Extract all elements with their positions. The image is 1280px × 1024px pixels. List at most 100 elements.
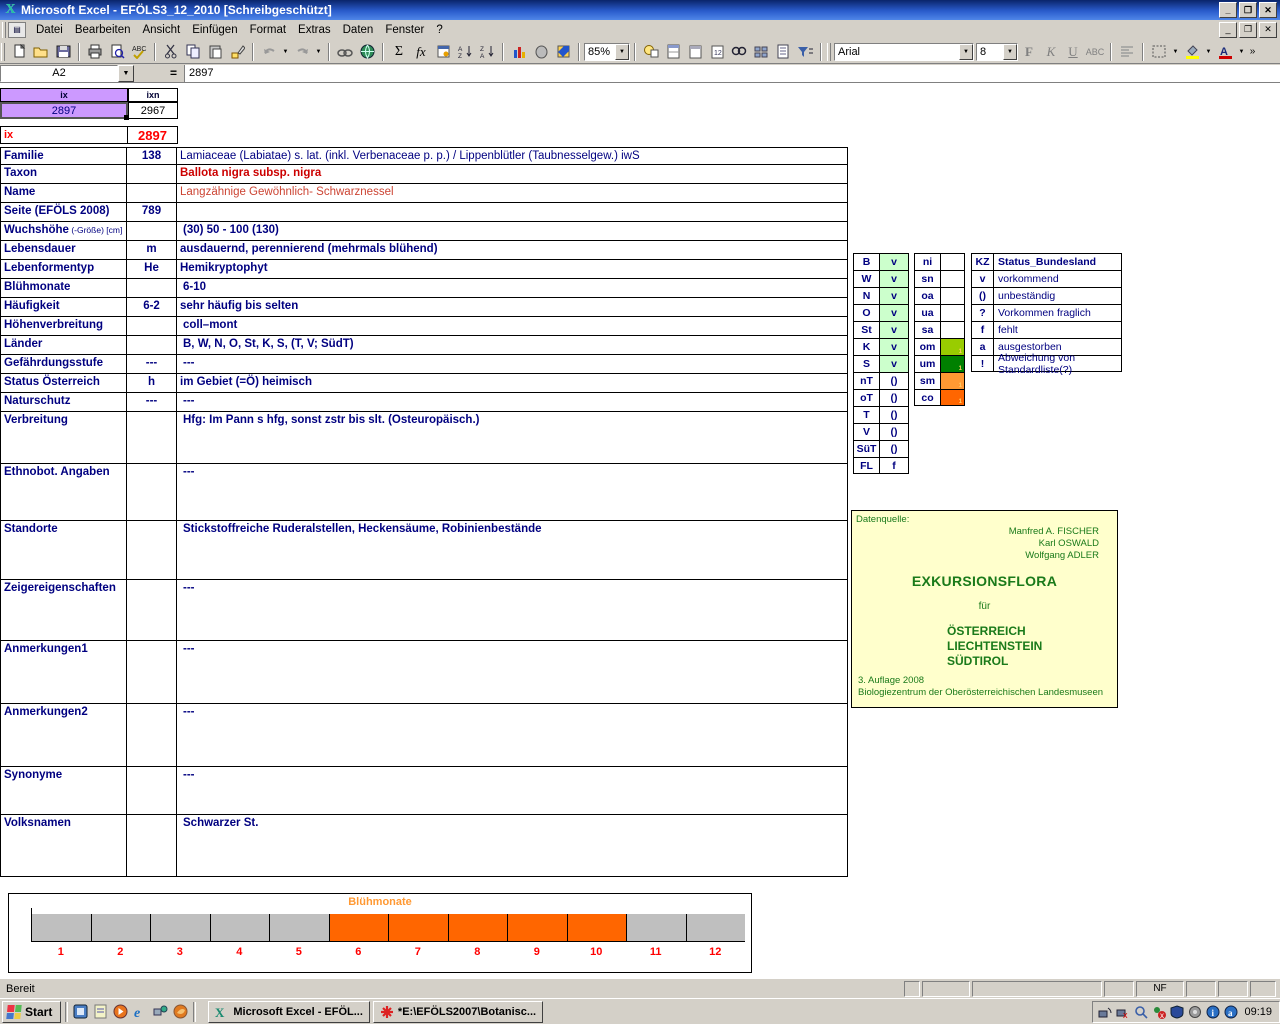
table-row[interactable]: Länder B, W, N, O, St, K, S, (T, V; SüdT) [1, 336, 847, 355]
menu-datei[interactable]: Datei [30, 22, 69, 38]
table-row[interactable]: Familie 138 Lamiaceae (Labiatae) s. lat. (… [1, 148, 847, 165]
strikethrough-icon[interactable]: ABC [1084, 41, 1106, 62]
menu-ansicht[interactable]: Ansicht [136, 22, 186, 38]
copy-icon[interactable] [182, 41, 204, 62]
borders-icon[interactable] [1148, 41, 1170, 62]
table-row[interactable]: Lebenformentyp He Hemikryptophyt [1, 260, 847, 279]
table-row[interactable]: Wuchshöhe (-Größe) [cm] (30) 50 - 100 (13… [1, 222, 847, 241]
legend-row[interactable]: ni [914, 253, 965, 270]
fill-color-dropdown-icon[interactable]: ▼ [1203, 41, 1214, 62]
close-button[interactable]: ✕ [1259, 2, 1277, 18]
network-error-icon[interactable]: x [1115, 1004, 1130, 1019]
toolbar-grip[interactable] [1, 42, 5, 61]
info-icon[interactable]: i [1205, 1004, 1220, 1019]
menu-grip[interactable] [2, 21, 6, 38]
drawing-icon[interactable] [552, 41, 574, 62]
media-player-icon[interactable] [112, 1003, 129, 1020]
undo-dropdown-icon[interactable]: ▼ [280, 41, 291, 62]
zoom-dropdown-icon[interactable]: ▼ [615, 43, 629, 60]
legend-row[interactable]: ? Vorkommen fraglich [971, 304, 1122, 321]
font-size-combobox[interactable]: 8 ▼ [976, 42, 1018, 61]
zoom-combobox[interactable]: 85% ▼ [584, 42, 630, 61]
pivot-icon[interactable] [662, 41, 684, 62]
table-row[interactable]: Name Langzähnige Gewöhnlich- Schwarznesse… [1, 184, 847, 203]
table-row[interactable]: Synonyme --- [1, 767, 847, 815]
sort-tool-icon[interactable] [432, 41, 454, 62]
undo-icon[interactable] [258, 41, 280, 62]
legend-row[interactable]: () unbeständig [971, 287, 1122, 304]
menu-extras[interactable]: Extras [292, 22, 337, 38]
table-row[interactable]: Zeigereigenschaften --- [1, 580, 847, 641]
web-toolbar-icon[interactable] [356, 41, 378, 62]
legend-row[interactable]: um 1 [914, 355, 965, 372]
date-icon[interactable]: 12 [706, 41, 728, 62]
redo-dropdown-icon[interactable]: ▼ [313, 41, 324, 62]
table-row[interactable]: Standorte Stickstoffreiche Ruderalstellen… [1, 521, 847, 580]
legend-row[interactable]: Sv [853, 355, 909, 372]
menu-einfuegen[interactable]: Einfügen [186, 22, 243, 38]
table-row[interactable]: Volksnamen Schwarzer St. [1, 815, 847, 877]
formula-input[interactable]: 2897 [184, 64, 1280, 82]
legend-row[interactable]: f fehlt [971, 321, 1122, 338]
font-color-icon[interactable]: A [1214, 41, 1236, 62]
legend-row[interactable]: Bv [853, 253, 909, 270]
autosum-icon[interactable]: Σ [388, 41, 410, 62]
table-row[interactable]: Blühmonate 6-10 [1, 279, 847, 298]
cut-icon[interactable] [160, 41, 182, 62]
legend-row[interactable]: om 1 [914, 338, 965, 355]
legend-row[interactable]: sa [914, 321, 965, 338]
paste-icon[interactable] [204, 41, 226, 62]
sort-ascending-icon[interactable]: AZ [454, 41, 476, 62]
font-color-dropdown-icon[interactable]: ▼ [1236, 41, 1247, 62]
table-row[interactable]: Höhenverbreitung coll–mont [1, 317, 847, 336]
underline-button[interactable]: U [1062, 41, 1084, 62]
taskbar-clock[interactable]: 09:19 [1241, 1006, 1275, 1018]
function-wizard-icon[interactable]: fx [410, 41, 432, 62]
table-row[interactable]: Anmerkungen1 --- [1, 641, 847, 704]
doc-minimize-button[interactable]: _ [1219, 21, 1237, 38]
firefox-icon[interactable] [172, 1003, 189, 1020]
menu-fenster[interactable]: Fenster [379, 22, 430, 38]
legend-row[interactable]: T () [853, 406, 909, 423]
table-row[interactable]: Gefährdungsstufe --- --- [1, 355, 847, 374]
show-desktop-icon[interactable] [72, 1003, 89, 1020]
legend-row[interactable]: nT () [853, 372, 909, 389]
autofilter-icon[interactable] [794, 41, 816, 62]
spelling-icon[interactable]: ABC [128, 41, 150, 62]
format-painter-icon[interactable] [226, 41, 248, 62]
ixn-header-cell[interactable]: ixn [128, 88, 178, 102]
menu-daten[interactable]: Daten [337, 22, 380, 38]
legend-row[interactable]: ua [914, 304, 965, 321]
table-row[interactable]: Naturschutz --- --- [1, 393, 847, 412]
calendar-icon[interactable] [684, 41, 706, 62]
chart-wizard-icon[interactable] [508, 41, 530, 62]
legend-row[interactable]: oT () [853, 389, 909, 406]
legend-row[interactable]: Kv [853, 338, 909, 355]
worksheet[interactable]: ix ixn 2897 2967 ix 2897 Familie 138 Lamia… [0, 88, 1280, 978]
legend-row[interactable]: ! Abweichung von Standardliste(?) [971, 352, 1122, 376]
name-box-dropdown-icon[interactable]: ▼ [118, 64, 134, 82]
fill-color-icon[interactable] [1181, 41, 1203, 62]
table-row[interactable]: Ethnobot. Angaben --- [1, 464, 847, 521]
legend-row[interactable]: oa [914, 287, 965, 304]
legend-row[interactable]: sn [914, 270, 965, 287]
new-icon[interactable] [8, 41, 30, 62]
font-size-dropdown-icon[interactable]: ▼ [1003, 43, 1017, 60]
workbook-icon[interactable]: ▤ [8, 21, 26, 38]
doc-restore-button[interactable]: ❐ [1239, 21, 1257, 38]
taskbar-task-button[interactable]: *E:\EFÖLS2007\Botanisc... [372, 1000, 544, 1023]
cell-b2[interactable]: 2967 [128, 102, 178, 119]
audio-icon[interactable] [1187, 1004, 1202, 1019]
bold-button[interactable]: F [1018, 41, 1040, 62]
doc-close-button[interactable]: ✕ [1259, 21, 1277, 38]
network-icon[interactable] [1097, 1004, 1112, 1019]
start-button[interactable]: Start [2, 1000, 62, 1023]
legend-row[interactable]: sm 1 [914, 372, 965, 389]
table-row[interactable]: Häufigkeit 6-2 sehr häufig bis selten [1, 298, 847, 317]
menu-format[interactable]: Format [244, 22, 292, 38]
sort-descending-icon[interactable]: ZA [476, 41, 498, 62]
menu-help[interactable]: ? [430, 22, 448, 38]
taskbar-task-button[interactable]: X Microsoft Excel - EFÖL... [208, 1000, 370, 1023]
internet-explorer-icon[interactable]: e [132, 1003, 149, 1020]
formula-equals-button[interactable]: = [134, 66, 184, 80]
